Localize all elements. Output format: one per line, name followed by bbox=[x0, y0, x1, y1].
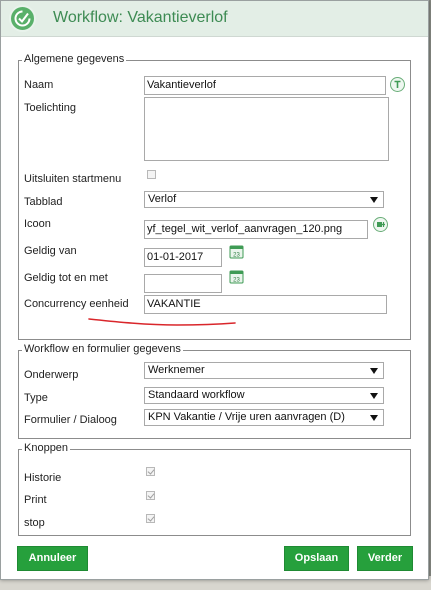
onderwerp-select[interactable]: Werknemer bbox=[144, 362, 384, 379]
app-logo-icon bbox=[9, 5, 36, 32]
tabblad-label: Tabblad bbox=[24, 196, 63, 208]
type-select[interactable]: Standaard workflow bbox=[144, 387, 384, 404]
print-checkbox[interactable] bbox=[146, 491, 155, 500]
red-underline-annotation bbox=[88, 318, 236, 326]
icoon-input[interactable]: yf_tegel_wit_verlof_aanvragen_120.png bbox=[144, 220, 368, 239]
geldig-tot-label: Geldig tot en met bbox=[24, 272, 108, 284]
formulier-label: Formulier / Dialoog bbox=[24, 414, 117, 426]
naam-label: Naam bbox=[24, 79, 54, 91]
stop-checkbox[interactable] bbox=[146, 514, 155, 523]
translate-icon[interactable] bbox=[390, 77, 405, 92]
chevron-down-icon bbox=[370, 368, 378, 374]
concurrency-input[interactable]: VAKANTIE bbox=[144, 295, 387, 314]
type-value: Standaard workflow bbox=[148, 389, 245, 401]
svg-text:23: 23 bbox=[233, 278, 240, 284]
uitsluiten-checkbox[interactable] bbox=[147, 170, 156, 179]
verder-button[interactable]: Verder bbox=[357, 546, 413, 571]
formulier-select[interactable]: KPN Vakantie / Vrije uren aanvragen (D) bbox=[144, 409, 384, 426]
stop-label: stop bbox=[24, 517, 45, 529]
general-legend: Algemene gegevens bbox=[22, 53, 127, 65]
geldig-van-label: Geldig van bbox=[24, 245, 77, 257]
chevron-down-icon bbox=[370, 415, 378, 421]
onderwerp-value: Werknemer bbox=[148, 364, 205, 376]
naam-input[interactable]: Vakantieverlof bbox=[144, 76, 386, 95]
svg-text:23: 23 bbox=[233, 253, 240, 259]
historie-checkbox[interactable] bbox=[146, 467, 155, 476]
icoon-label: Icoon bbox=[24, 218, 51, 230]
dialog-titlebar: Workflow: Vakantieverlof bbox=[1, 1, 428, 37]
geldig-van-input[interactable]: 01-01-2017 bbox=[144, 248, 222, 267]
knoppen-legend: Knoppen bbox=[22, 442, 71, 454]
historie-label: Historie bbox=[24, 472, 62, 484]
concurrency-label: Concurrency eenheid bbox=[24, 298, 129, 310]
geldig-tot-input[interactable] bbox=[144, 274, 222, 293]
dialog-title: Workflow: Vakantieverlof bbox=[53, 9, 228, 26]
knoppen-section: Knoppen bbox=[18, 442, 411, 536]
type-label: Type bbox=[24, 392, 48, 404]
formulier-value: KPN Vakantie / Vrije uren aanvragen (D) bbox=[148, 411, 345, 423]
print-label: Print bbox=[24, 494, 47, 506]
toelichting-label: Toelichting bbox=[24, 102, 76, 114]
calendar-icon[interactable]: 23 bbox=[229, 244, 244, 259]
image-picker-icon[interactable] bbox=[373, 217, 388, 232]
annuleer-button[interactable]: Annuleer bbox=[17, 546, 88, 571]
workflow-legend: Workflow en formulier gegevens bbox=[22, 343, 183, 355]
tabblad-value: Verlof bbox=[148, 193, 177, 205]
toelichting-textarea[interactable] bbox=[144, 97, 389, 161]
calendar-icon[interactable]: 23 bbox=[229, 269, 244, 284]
onderwerp-label: Onderwerp bbox=[24, 369, 79, 381]
opslaan-button[interactable]: Opslaan bbox=[284, 546, 349, 571]
workflow-dialog: Workflow: Vakantieverlof Algemene gegeve… bbox=[0, 0, 429, 580]
tabblad-select[interactable]: Verlof bbox=[144, 191, 384, 208]
chevron-down-icon bbox=[370, 197, 378, 203]
chevron-down-icon bbox=[370, 393, 378, 399]
uitsluiten-label: Uitsluiten startmenu bbox=[24, 173, 122, 185]
